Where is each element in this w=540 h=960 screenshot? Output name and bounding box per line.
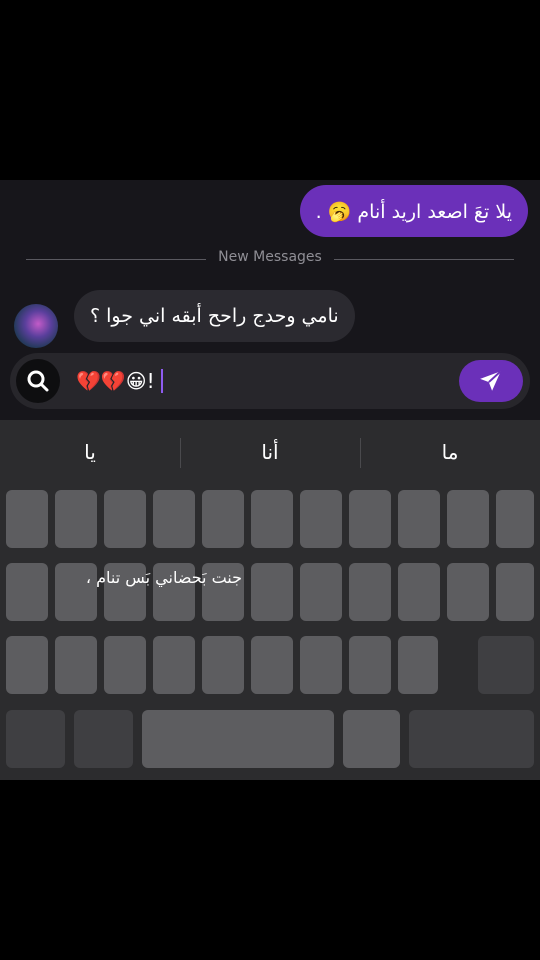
key[interactable] <box>251 636 293 694</box>
divider-line-right <box>334 259 514 260</box>
key[interactable] <box>202 636 244 694</box>
new-messages-label: New Messages <box>218 249 322 265</box>
key[interactable] <box>447 563 489 621</box>
new-messages-divider: New Messages <box>26 249 514 265</box>
search-button[interactable] <box>16 359 60 403</box>
key[interactable] <box>496 563 534 621</box>
their-message-text: نامي وحدج راحح أبقه اني جوا ؟ <box>90 305 339 327</box>
space-key[interactable] <box>142 710 334 768</box>
my-message-bubble[interactable]: يلا تعَ اصعد اريد أنام 🥱 . <box>299 185 528 237</box>
suggestion-2[interactable]: أنا <box>180 432 360 472</box>
period-key[interactable] <box>343 710 400 768</box>
chat-area: يلا تعَ اصعد اريد أنام 🥱 . New Messages … <box>0 180 540 420</box>
key[interactable] <box>202 490 244 548</box>
message-input-value: 💔💔😀! <box>76 369 155 393</box>
key[interactable] <box>6 490 48 548</box>
key[interactable] <box>300 563 342 621</box>
keyboard: يا أنا ما <box>0 420 540 780</box>
suggestion-bar: يا أنا ما <box>0 420 540 486</box>
key[interactable] <box>300 636 342 694</box>
return-key[interactable] <box>409 710 534 768</box>
key[interactable] <box>6 563 48 621</box>
key[interactable] <box>251 490 293 548</box>
overlay-caption: جنت بَحضاني بَس تنام ، <box>85 568 242 587</box>
key[interactable] <box>398 563 440 621</box>
numbers-key[interactable] <box>6 710 65 768</box>
message-input[interactable]: 💔💔😀! <box>76 365 376 397</box>
backspace-key[interactable] <box>478 636 534 694</box>
key[interactable] <box>104 636 146 694</box>
key[interactable] <box>6 636 48 694</box>
key[interactable] <box>398 636 438 694</box>
key[interactable] <box>398 490 440 548</box>
key[interactable] <box>55 490 97 548</box>
suggestion-3[interactable]: يا <box>0 432 180 472</box>
suggestion-1[interactable]: ما <box>360 432 540 472</box>
key[interactable] <box>153 636 195 694</box>
my-message-text: يلا تعَ اصعد اريد أنام 🥱 . <box>315 200 512 223</box>
send-icon <box>480 370 502 391</box>
search-icon <box>27 370 49 392</box>
emoji-key[interactable] <box>74 710 133 768</box>
key[interactable] <box>349 490 391 548</box>
key[interactable] <box>153 490 195 548</box>
key[interactable] <box>349 636 391 694</box>
key[interactable] <box>55 636 97 694</box>
key[interactable] <box>447 490 489 548</box>
key[interactable] <box>300 490 342 548</box>
message-input-bar[interactable]: 💔💔😀! <box>10 353 530 409</box>
key[interactable] <box>251 563 293 621</box>
key[interactable] <box>496 490 534 548</box>
avatar[interactable] <box>14 304 58 348</box>
send-button[interactable] <box>459 360 523 402</box>
their-message-bubble[interactable]: نامي وحدج راحح أبقه اني جوا ؟ <box>74 290 355 342</box>
key[interactable] <box>349 563 391 621</box>
key[interactable] <box>104 490 146 548</box>
text-caret <box>160 369 163 393</box>
